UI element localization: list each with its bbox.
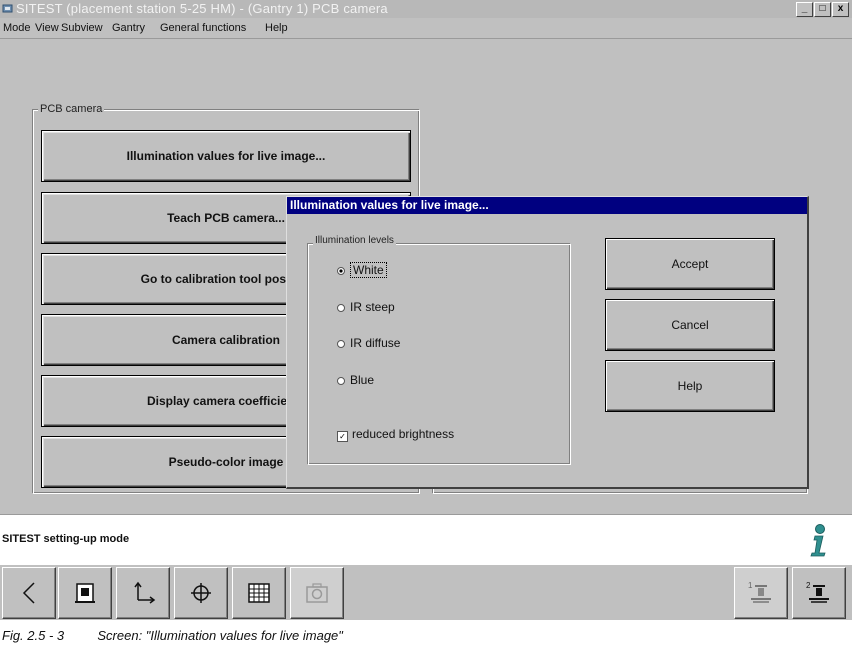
radio-ir-diffuse-label: IR diffuse [350,336,401,350]
figure-caption: Fig. 2.5 - 3 Screen: "Illumination value… [2,628,343,643]
back-arrow-icon [22,582,35,604]
help-label: Help [677,379,703,393]
radio-white-label: White [350,262,387,278]
help-button[interactable]: Help [605,360,775,412]
accept-button[interactable]: Accept [605,238,775,290]
window-controls: _ □ x [796,2,849,17]
minimize-button[interactable]: _ [796,2,813,17]
bottom-toolbar: 1 2 [0,565,852,620]
radio-selected-icon [337,267,345,275]
menu-mode[interactable]: Mode [3,22,31,34]
menu-gantry[interactable]: Gantry [112,22,145,34]
menu-view[interactable]: View [35,22,59,34]
dialog-title-bar[interactable]: Illumination values for live image... [287,197,807,214]
feeder-button[interactable] [58,567,112,619]
axis-button[interactable] [116,567,170,619]
window-title: SITEST (placement station 5-25 HM) - (Ga… [16,1,388,16]
figure-caption-text: Screen: "Illumination values for live im… [97,628,343,643]
crosshair-button[interactable] [174,567,228,619]
status-bar: SITEST setting-up mode [0,514,852,566]
illumination-values-button[interactable]: Illumination values for live image... [41,130,411,182]
dialog-title: Illumination values for live image... [290,198,489,212]
gantry-1-icon: 1 [748,581,771,603]
camera-icon [306,583,328,603]
reduced-brightness-label: reduced brightness [352,427,455,441]
back-button[interactable] [2,567,56,619]
gantry-2-number: 2 [806,581,811,590]
radio-icon [337,304,345,312]
gantry-1-button[interactable]: 1 [734,567,788,619]
menu-help[interactable]: Help [265,22,288,34]
cancel-button[interactable]: Cancel [605,299,775,351]
gantry-1-number: 1 [748,581,753,590]
menu-subview[interactable]: Subview [61,22,103,34]
radio-ir-steep-label: IR steep [350,300,395,314]
radio-blue-label: Blue [350,373,375,387]
status-text: SITEST setting-up mode [2,533,130,545]
gantry-2-button[interactable]: 2 [792,567,846,619]
axis-icon [134,581,156,604]
radio-icon [337,340,345,348]
info-icon[interactable] [806,523,830,557]
camera-button[interactable] [290,567,344,619]
close-button[interactable]: x [832,2,849,17]
illumination-levels-label: Illumination levels [313,235,396,246]
illumination-dialog: Illumination values for live image... Il… [286,196,809,489]
app-icon [2,4,13,13]
cancel-label: Cancel [671,318,709,332]
accept-label: Accept [671,257,709,271]
menu-bar: Mode View Subview Gantry General functio… [0,18,852,39]
illumination-values-label: Illumination values for live image... [126,149,326,163]
figure-number: Fig. 2.5 - 3 [2,628,65,643]
maximize-button[interactable]: □ [814,2,831,17]
application-window: SITEST (placement station 5-25 HM) - (Ga… [0,0,852,620]
radio-icon [337,377,345,385]
grid-button[interactable] [232,567,286,619]
checkbox-checked-icon: ✓ [337,431,348,442]
gantry-2-icon: 2 [806,581,829,603]
grid-icon [248,583,270,603]
title-bar[interactable]: SITEST (placement station 5-25 HM) - (Ga… [0,0,852,18]
crosshair-icon [191,583,211,603]
feeder-icon [75,583,95,603]
menu-general-functions[interactable]: General functions [160,22,246,34]
pcb-camera-group-label: PCB camera [38,103,105,115]
